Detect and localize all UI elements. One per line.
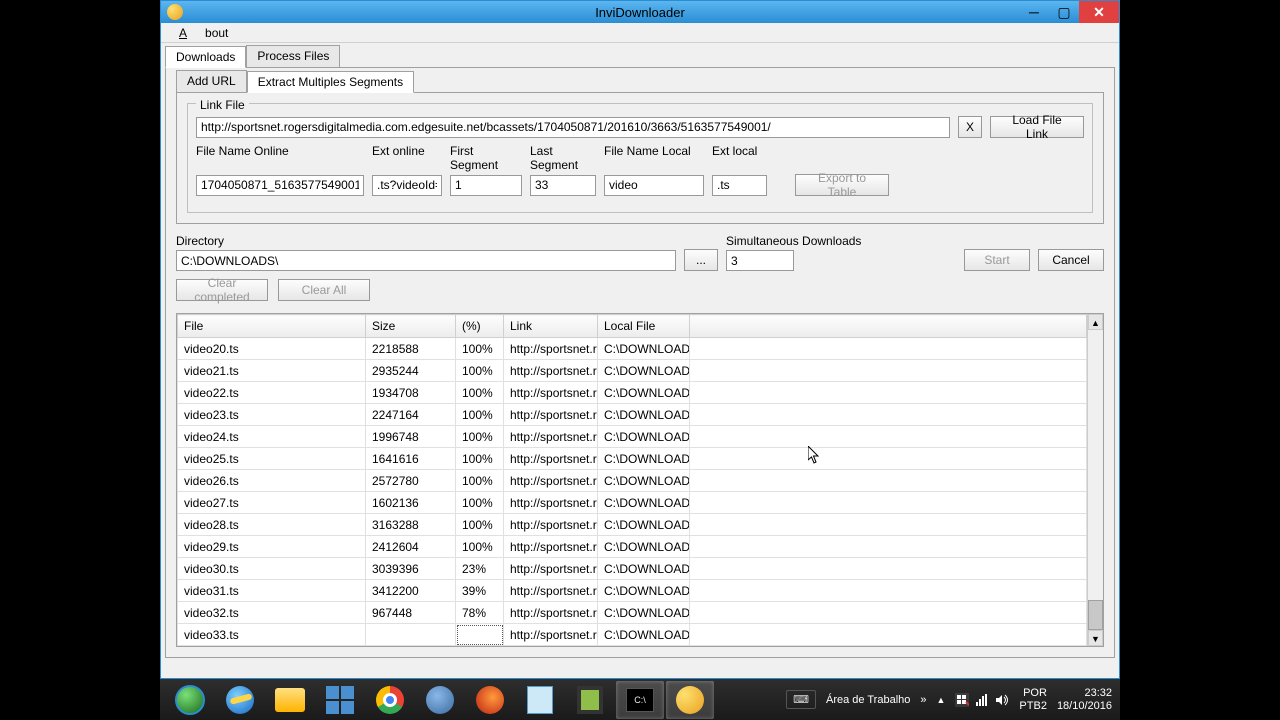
menubar: About [161,23,1119,43]
label-first-segment: First Segment [450,144,522,172]
downloads-table: File Size (%) Link Local File video20.ts… [176,313,1104,647]
taskbar[interactable]: C:\ ⌨ Área de Trabalho » ▲ POR PTB2 23:3… [160,679,1120,720]
close-button[interactable]: ✕ [1079,1,1119,23]
taskbar-editor-icon[interactable] [566,681,614,719]
scroll-up-icon[interactable]: ▲ [1088,314,1103,330]
app-icon [167,4,183,20]
simultaneous-input[interactable] [726,250,794,271]
clear-all-button[interactable]: Clear All [278,279,370,301]
vertical-scrollbar[interactable]: ▲ ▼ [1087,314,1103,646]
link-file-legend: Link File [196,98,249,112]
scroll-down-icon[interactable]: ▼ [1088,630,1103,646]
table-row[interactable]: video26.ts2572780100%http://sportsnet.ro… [178,470,1087,492]
sub-tabs: Add URL Extract Multiples Segments [176,70,1104,92]
titlebar[interactable]: InviDownloader ─ ▢ ✕ [161,1,1119,23]
load-file-link-button[interactable]: Load File Link [990,116,1084,138]
clear-completed-button[interactable]: Clear completed [176,279,268,301]
taskbar-start-icon[interactable] [166,681,214,719]
browse-button[interactable]: ... [684,249,718,271]
table-row[interactable]: video23.ts2247164100%http://sportsnet.ro… [178,404,1087,426]
directory-input[interactable] [176,250,676,271]
chevron-right-icon[interactable]: » [920,694,926,706]
taskbar-ie-icon[interactable] [216,681,264,719]
table-row[interactable]: video22.ts1934708100%http://sportsnet.ro… [178,382,1087,404]
scroll-thumb[interactable] [1088,600,1103,630]
taskbar-invidownloader-icon[interactable] [666,681,714,719]
table-row[interactable]: video31.ts341220039%http://sportsnet.roç… [178,580,1087,602]
taskbar-chrome-icon[interactable] [366,681,414,719]
link-file-group: Link File X Load File Link File Name Onl… [187,103,1093,213]
taskbar-app2-icon[interactable] [416,681,464,719]
window-title: InviDownloader [161,5,1119,20]
file-name-local-input[interactable] [604,175,704,196]
taskbar-firefox-icon[interactable] [466,681,514,719]
ext-local-input[interactable] [712,175,767,196]
label-simultaneous: Simultaneous Downloads [726,234,861,248]
desktop-toolbar-label[interactable]: Área de Trabalho [826,694,910,706]
label-ext-online: Ext online [372,144,442,172]
first-segment-input[interactable] [450,175,522,196]
taskbar-notepad-icon[interactable] [516,681,564,719]
col-file[interactable]: File [178,315,366,338]
taskbar-app1-icon[interactable] [316,681,364,719]
table-row[interactable]: video25.ts1641616100%http://sportsnet.ro… [178,448,1087,470]
table-row[interactable]: video30.ts303939623%http://sportsnet.roç… [178,558,1087,580]
col-pct[interactable]: (%) [456,315,504,338]
last-segment-input[interactable] [530,175,596,196]
tab-process-files[interactable]: Process Files [246,45,340,67]
label-directory: Directory [176,234,676,248]
tray-clock[interactable]: 23:32 18/10/2016 [1057,687,1112,712]
table-row[interactable]: video27.ts1602136100%http://sportsnet.ro… [178,492,1087,514]
tray-volume-icon[interactable] [995,693,1009,707]
export-to-table-button[interactable]: Export to Table [795,174,889,196]
maximize-button[interactable]: ▢ [1049,1,1079,23]
tray-network-icon[interactable] [975,693,989,707]
table-row[interactable]: video21.ts2935244100%http://sportsnet.ro… [178,360,1087,382]
table-row[interactable]: video24.ts1996748100%http://sportsnet.ro… [178,426,1087,448]
taskbar-explorer-icon[interactable] [266,681,314,719]
ext-online-input[interactable] [372,175,442,196]
taskbar-terminal-icon[interactable]: C:\ [616,681,664,719]
col-size[interactable]: Size [366,315,456,338]
table-row[interactable]: video20.ts2218588100%http://sportsnet.ro… [178,338,1087,360]
label-ext-local: Ext local [712,144,767,172]
start-button[interactable]: Start [964,249,1030,271]
menu-about[interactable]: About [167,24,234,42]
col-link[interactable]: Link [504,315,598,338]
tab-add-url[interactable]: Add URL [176,70,247,92]
tab-extract-segments[interactable]: Extract Multiples Segments [247,71,414,93]
onscreen-keyboard-icon[interactable]: ⌨ [786,690,816,709]
clear-url-button[interactable]: X [958,116,982,138]
main-tabs: Downloads Process Files [165,45,1115,67]
cancel-button[interactable]: Cancel [1038,249,1104,271]
show-hidden-icon[interactable]: ▲ [937,695,946,705]
table-row[interactable]: video29.ts2412604100%http://sportsnet.ro… [178,536,1087,558]
file-name-online-input[interactable] [196,175,364,196]
url-input[interactable] [196,117,950,138]
label-file-name-online: File Name Online [196,144,364,172]
col-spacer [690,315,1087,338]
minimize-button[interactable]: ─ [1019,1,1049,23]
col-local[interactable]: Local File [598,315,690,338]
tray-flag-icon[interactable] [955,693,969,707]
tab-downloads[interactable]: Downloads [165,46,246,68]
label-last-segment: Last Segment [530,144,596,172]
table-row[interactable]: video28.ts3163288100%http://sportsnet.ro… [178,514,1087,536]
tray-language[interactable]: POR PTB2 [1019,687,1047,712]
table-row[interactable]: video33.tshttp://sportsnet.roçC:\DOWNLOA… [178,624,1087,646]
app-window: InviDownloader ─ ▢ ✕ About Downloads Pro… [160,0,1120,679]
table-row[interactable]: video32.ts96744878%http://sportsnet.roçC… [178,602,1087,624]
label-file-name-local: File Name Local [604,144,704,172]
